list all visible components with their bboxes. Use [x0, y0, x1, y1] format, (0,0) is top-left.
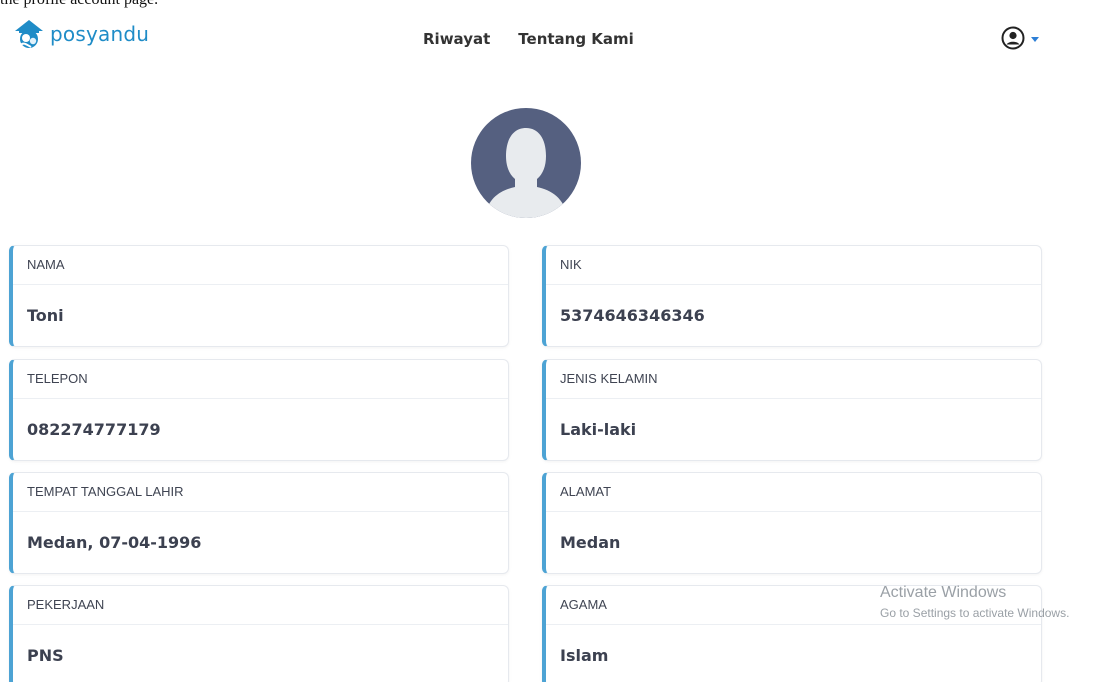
- user-circle-icon: [1001, 26, 1025, 50]
- profile-field-nama: NAMA Toni: [9, 245, 509, 347]
- activate-windows-subtitle: Go to Settings to activate Windows.: [880, 606, 1070, 620]
- field-label: NAMA: [13, 246, 508, 285]
- profile-avatar: [471, 108, 581, 218]
- page-caption: the profile account page.: [0, 0, 158, 9]
- profile-field-alamat: ALAMAT Medan: [542, 472, 1042, 574]
- profile-field-telepon: TELEPON 082274777179: [9, 359, 509, 461]
- nav-link-tentang-kami[interactable]: Tentang Kami: [518, 30, 634, 48]
- field-value: 5374646346346: [560, 306, 705, 325]
- brand-logo[interactable]: posyandu: [12, 18, 149, 50]
- field-value: Medan: [560, 533, 621, 552]
- field-label: ALAMAT: [546, 473, 1041, 512]
- field-value: Medan, 07-04-1996: [27, 533, 202, 552]
- field-label: JENIS KELAMIN: [546, 360, 1041, 399]
- profile-field-pekerjaan: PEKERJAAN PNS: [9, 585, 509, 682]
- field-value: PNS: [27, 646, 64, 665]
- field-label: TEMPAT TANGGAL LAHIR: [13, 473, 508, 512]
- field-label: TELEPON: [13, 360, 508, 399]
- posyandu-logo-icon: [15, 20, 43, 48]
- caret-down-icon: [1031, 37, 1039, 42]
- nav-link-riwayat[interactable]: Riwayat: [423, 30, 490, 48]
- field-label: PEKERJAAN: [13, 586, 508, 625]
- field-value: 082274777179: [27, 420, 161, 439]
- field-label: NIK: [546, 246, 1041, 285]
- profile-field-jenis-kelamin: JENIS KELAMIN Laki-laki: [542, 359, 1042, 461]
- activate-windows-title: Activate Windows: [880, 584, 1007, 601]
- field-value: Toni: [27, 306, 64, 325]
- profile-field-nik: NIK 5374646346346: [542, 245, 1042, 347]
- brand-name: posyandu: [50, 22, 150, 46]
- profile-field-tempat-tanggal-lahir: TEMPAT TANGGAL LAHIR Medan, 07-04-1996: [9, 472, 509, 574]
- field-value: Islam: [560, 646, 609, 665]
- main-nav: Riwayat Tentang Kami: [423, 30, 634, 48]
- user-menu-toggle[interactable]: [1001, 26, 1039, 50]
- field-value: Laki-laki: [560, 420, 637, 439]
